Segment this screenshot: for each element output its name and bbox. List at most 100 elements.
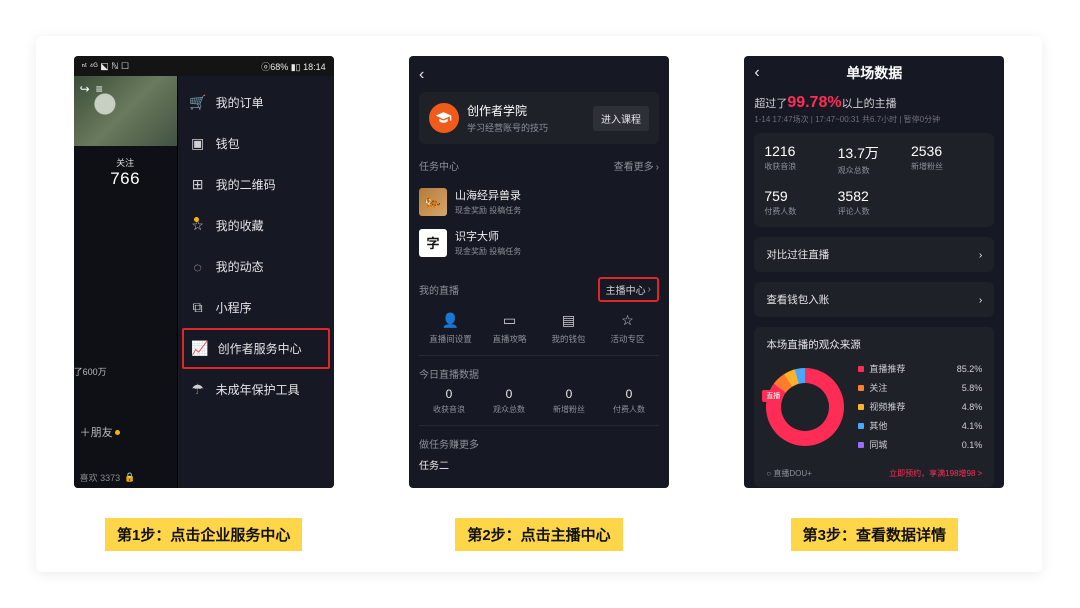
earn-more-heading: 做任务赚更多: [419, 436, 659, 451]
surpass-percent: 99.78%: [787, 94, 841, 111]
menu-label: 我的动态: [216, 258, 264, 275]
today-paying: 0付费人数: [599, 387, 659, 415]
menu-icon[interactable]: ≡: [96, 82, 103, 96]
phone-step2: ‹ 创作者学院 学习经营账号的技巧 进入课程 任务中心 查看更多› 🐅: [409, 56, 669, 488]
stat-paying: 759付费人数: [764, 188, 837, 217]
dou-plus-cta: 立即预约，享满198增98 >: [889, 468, 982, 479]
activity-zone[interactable]: ☆活动专区: [598, 312, 657, 345]
task-center-heading: 任务中心: [419, 158, 459, 173]
stat-grid: 1216收获音浪 13.7万观众总数 2536新增粉丝 759付费人数 3582…: [754, 133, 994, 227]
chevron-right-icon: ›: [979, 294, 983, 306]
audience-source-title: 本场直播的观众来源: [766, 337, 982, 352]
swatch-icon: [858, 423, 864, 429]
phone-step3: ‹ 单场数据 超过了99.78%以上的主播 1-14 17:47场次 | 17:…: [744, 56, 1004, 488]
today-new-fans: 0新增粉丝: [539, 387, 599, 415]
person-icon: 👤: [442, 312, 459, 329]
dou-plus-row[interactable]: ○ 直播DOU+ 立即预约，享满198增98 >: [766, 468, 982, 479]
menu-creator-center[interactable]: 📈 创作者服务中心: [182, 328, 330, 369]
notification-dot-icon: [115, 430, 120, 435]
menu-favorites[interactable]: ☆ 我的收藏: [178, 205, 334, 246]
task-item-1[interactable]: 🐅 山海经异兽录 现金奖励 投稿任务: [419, 181, 659, 222]
book-icon: ▭: [503, 312, 516, 329]
chevron-right-icon: ›: [648, 284, 651, 295]
wallet-icon: ▤: [562, 312, 575, 329]
follow-label: 关注: [74, 156, 177, 169]
star-icon: ☆: [621, 312, 634, 329]
my-live-heading: 我的直播: [419, 282, 459, 297]
my-wallet[interactable]: ▤我的钱包: [539, 312, 598, 345]
surpass-text: 超过了99.78%以上的主播: [754, 94, 994, 112]
task-title: 山海经异兽录: [455, 187, 521, 203]
task-subtitle: 现金奖励 投稿任务: [455, 246, 521, 257]
today-sound-wave: 0收获音浪: [419, 387, 479, 415]
menu-label: 未成年保护工具: [216, 381, 300, 398]
follow-block[interactable]: 关注 766: [74, 146, 177, 193]
back-button[interactable]: ‹: [419, 62, 659, 92]
step-1-label: 第1步：点击企业服务中心: [105, 518, 302, 551]
swatch-icon: [858, 442, 864, 448]
dou-plus-label: ○ 直播DOU+: [766, 468, 812, 479]
donut-slice-label: 直播: [762, 390, 784, 402]
chevron-right-icon: ›: [656, 162, 659, 173]
cart-icon: 🛒: [190, 94, 206, 111]
task-thumbnail: 🐅: [419, 188, 447, 216]
share-icon[interactable]: ↪: [80, 82, 90, 96]
page-title: 单场数据: [754, 63, 994, 83]
donut-legend: 直播推荐85.2% 关注5.8% 视频推荐4.8% 其他4.1% 同城0.1%: [858, 362, 982, 451]
wallet-icon: ▣: [190, 135, 206, 152]
graduation-cap-icon: [429, 103, 459, 133]
legend-row: 视频推荐4.8%: [858, 400, 982, 413]
live-guide[interactable]: ▭直播攻略: [480, 312, 539, 345]
menu-qrcode[interactable]: ⊞ 我的二维码: [178, 164, 334, 205]
stat-new-fans: 2536新增粉丝: [911, 143, 984, 176]
legend-row: 关注5.8%: [858, 381, 982, 394]
wallet-income-link[interactable]: 查看钱包入账 ›: [754, 282, 994, 317]
menu-minor-protect[interactable]: ☂ 未成年保护工具: [178, 369, 334, 410]
status-left: ⁿᵗ ⁴ᴳ ⬕ ℕ ☐: [82, 61, 129, 72]
task-item-2[interactable]: 字 识字大师 现金奖励 投稿任务: [419, 222, 659, 263]
task-thumbnail: 字: [419, 229, 447, 257]
menu-miniapp[interactable]: ⧉ 小程序: [178, 287, 334, 328]
swatch-icon: [858, 366, 864, 372]
compare-past-link[interactable]: 对比过往直播 ›: [754, 237, 994, 272]
phone-step1: ⁿᵗ ⁴ᴳ ⬕ ℕ ☐ ⓞ68% ▮▯ 18:14 ↪ ≡ 关注 766 了60…: [74, 56, 334, 488]
menu-label: 我的订单: [216, 94, 264, 111]
donut-chart: 直播: [766, 368, 844, 446]
umbrella-icon: ☂: [190, 381, 206, 398]
stat-sound-wave: 1216收获音浪: [764, 143, 837, 176]
chevron-right-icon: ›: [979, 249, 983, 261]
profile-cover-image: ↪ ≡: [74, 76, 177, 146]
profile-left-panel: ↪ ≡ 关注 766 了600万 ＋朋友 喜欢 3373 🔒: [74, 76, 178, 488]
task-title: 识字大师: [455, 228, 521, 244]
academy-title: 创作者学院: [467, 102, 585, 119]
step-3-label: 第3步：查看数据详情: [791, 518, 958, 551]
see-more-link[interactable]: 查看更多›: [614, 158, 659, 173]
likes-row[interactable]: 喜欢 3373 🔒: [80, 471, 136, 484]
today-data-heading: 今日直播数据: [419, 366, 659, 381]
menu-moments[interactable]: ◌ 我的动态: [178, 246, 334, 287]
add-friend[interactable]: ＋朋友: [80, 424, 120, 440]
globe-icon: ◌: [190, 259, 206, 275]
step-2-label: 第2步：点击主播中心: [455, 518, 622, 551]
status-bar: ⁿᵗ ⁴ᴳ ⬕ ℕ ☐ ⓞ68% ▮▯ 18:14: [74, 56, 334, 76]
star-icon: ☆: [190, 217, 206, 234]
live-room-settings[interactable]: 👤直播间设置: [421, 312, 480, 345]
academy-subtitle: 学习经营账号的技巧: [467, 121, 585, 134]
audience-source-block: 本场直播的观众来源 直播 直播推荐85.2% 关注5.8% 视频推荐4.8% 其…: [754, 327, 994, 487]
menu-wallet[interactable]: ▣ 钱包: [178, 123, 334, 164]
status-right: ⓞ68% ▮▯ 18:14: [261, 60, 325, 73]
live-center-link[interactable]: 主播中心›: [598, 277, 659, 302]
task-subtitle: 现金奖励 投稿任务: [455, 205, 521, 216]
swatch-icon: [858, 385, 864, 391]
legend-row: 其他4.1%: [858, 419, 982, 432]
session-time-line: 1-14 17:47场次 | 17:47~00:31 共6.7小时 | 暂停0分…: [754, 114, 994, 125]
task-two-label: 任务二: [419, 457, 659, 472]
menu-orders[interactable]: 🛒 我的订单: [178, 82, 334, 123]
creator-academy-card[interactable]: 创作者学院 学习经营账号的技巧 进入课程: [419, 92, 659, 144]
drawer-menu: 🛒 我的订单 ▣ 钱包 ⊞ 我的二维码 ☆ 我的收藏: [178, 76, 334, 488]
today-audience: 0观众总数: [479, 387, 539, 415]
swatch-icon: [858, 404, 864, 410]
edge-text: 了600万: [74, 365, 107, 378]
enter-course-button[interactable]: 进入课程: [593, 106, 649, 131]
follow-count: 766: [74, 169, 177, 189]
